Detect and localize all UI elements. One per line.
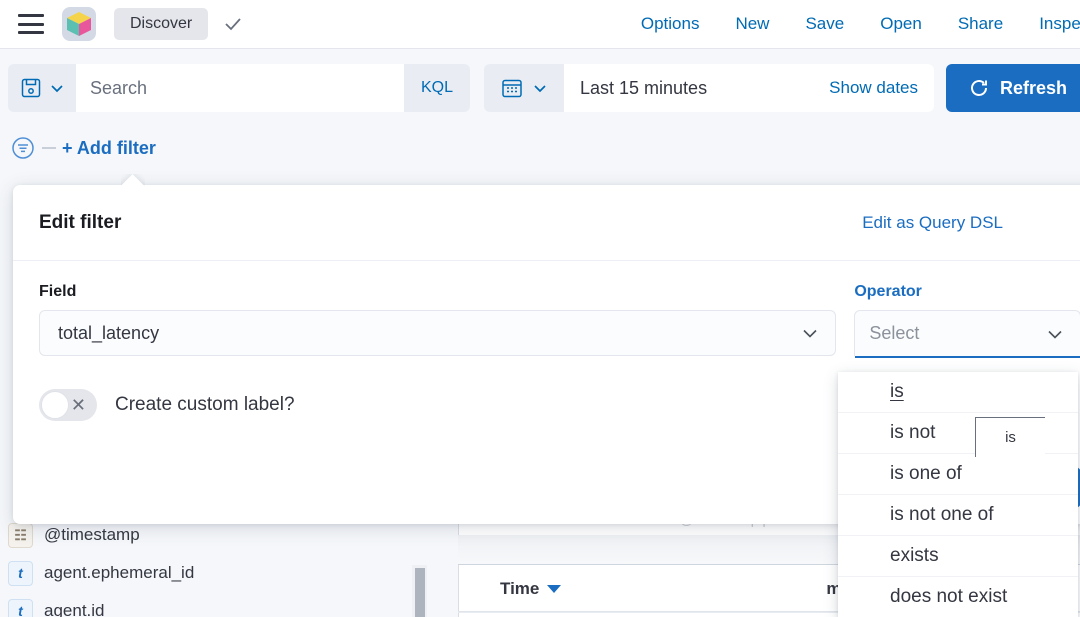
sidebar-field-list: ☷ @timestamp t agent.ephemeral_id t agen… xyxy=(0,516,430,617)
string-field-icon: t xyxy=(8,598,33,617)
field-label: Field xyxy=(39,283,77,300)
nav-link-open[interactable]: Open xyxy=(862,14,940,34)
operator-label: Operator xyxy=(854,283,922,300)
column-header-time-label: Time xyxy=(500,578,540,598)
field-combobox-value: total_latency xyxy=(58,322,160,343)
save-disk-icon xyxy=(21,78,40,98)
checkmark-icon[interactable] xyxy=(222,13,244,35)
nav-link-inspect[interactable]: Inspect xyxy=(1021,14,1080,34)
nav-link-new[interactable]: New xyxy=(717,14,787,34)
list-item[interactable]: t agent.id xyxy=(0,592,430,617)
kibana-discover-page: Discover Options New Save Open Share Ins… xyxy=(0,0,1080,617)
date-field-icon: ☷ xyxy=(8,522,33,548)
filter-separator xyxy=(42,147,56,149)
elastic-cube-logo[interactable] xyxy=(62,7,96,41)
app-name-chip[interactable]: Discover xyxy=(114,8,209,40)
field-name: @timestamp xyxy=(44,525,140,544)
popover-title: Edit filter xyxy=(39,211,122,233)
list-item[interactable]: t agent.ephemeral_id xyxy=(0,554,430,592)
create-custom-label-toggle[interactable]: ✕ xyxy=(39,389,97,421)
calendar-icon xyxy=(502,79,522,98)
nav-link-save[interactable]: Save xyxy=(787,14,862,34)
operator-option-exists[interactable]: exists xyxy=(838,536,1078,577)
create-custom-label-text: Create custom label? xyxy=(115,394,295,415)
hamburger-bar xyxy=(18,22,44,26)
operator-combobox-value: Select xyxy=(869,323,920,343)
refresh-icon xyxy=(971,80,987,96)
show-dates-button[interactable]: Show dates xyxy=(829,78,918,98)
toggle-knob xyxy=(41,391,69,419)
operator-option-is[interactable]: is xyxy=(838,372,1078,413)
chevron-down-icon xyxy=(1044,323,1066,345)
filter-form-row: Field total_latency Operator Select xyxy=(39,283,1080,356)
operator-combobox[interactable]: Select xyxy=(854,310,1080,356)
top-navigation-bar: Discover Options New Save Open Share Ins… xyxy=(0,0,1080,49)
string-field-icon: t xyxy=(8,560,33,586)
add-filter-button[interactable]: + Add filter xyxy=(62,138,156,159)
popover-arrow xyxy=(121,174,145,186)
operator-option-label: is not xyxy=(890,422,936,443)
hamburger-bar xyxy=(18,14,44,17)
operator-form-group: Operator Select xyxy=(854,283,1080,356)
nav-link-options[interactable]: Options xyxy=(623,14,718,34)
field-name: agent.ephemeral_id xyxy=(44,563,195,582)
hamburger-bar xyxy=(18,31,44,34)
field-form-group: Field total_latency xyxy=(39,283,837,356)
operator-options-list: is is not is one of is not one of exists… xyxy=(838,372,1078,617)
popover-header: Edit filter Edit as Query DSL xyxy=(13,185,1080,261)
field-name: agent.id xyxy=(44,601,105,617)
query-bar: Search KQL Last 15 minutes Show dates Re… xyxy=(0,60,1080,116)
operator-option-is-one-of[interactable]: is one of xyxy=(838,454,1078,495)
scrollbar-thumb[interactable] xyxy=(415,568,425,617)
nav-link-share[interactable]: Share xyxy=(940,14,1021,34)
saved-query-button[interactable] xyxy=(8,64,76,112)
search-bar-group: Search KQL xyxy=(8,64,470,112)
refresh-label: Refresh xyxy=(1000,77,1068,98)
date-quick-select-button[interactable] xyxy=(484,64,564,112)
cube-icon xyxy=(67,12,91,36)
date-picker-group: Last 15 minutes Show dates xyxy=(484,64,934,112)
query-language-button[interactable]: KQL xyxy=(404,64,470,112)
operator-option-label: is xyxy=(890,381,904,402)
filter-funnel-icon[interactable] xyxy=(10,135,36,161)
operator-option-tooltip: is xyxy=(975,417,1045,457)
date-range-value: Last 15 minutes xyxy=(580,77,708,98)
column-header-time[interactable]: Time xyxy=(500,578,562,599)
operator-option-does-not-exist[interactable]: does not exist xyxy=(838,577,1078,617)
edit-as-query-dsl-link[interactable]: Edit as Query DSL xyxy=(862,213,1003,233)
operator-option-label: does not exist xyxy=(890,586,1008,607)
operator-option-label: is one of xyxy=(890,463,962,484)
refresh-button[interactable]: Refresh xyxy=(946,64,1080,112)
operator-option-label: is not one of xyxy=(890,504,994,525)
search-input[interactable]: Search xyxy=(76,64,404,112)
date-range-display[interactable]: Last 15 minutes Show dates xyxy=(564,64,934,112)
top-nav-links: Options New Save Open Share Inspect xyxy=(623,14,1080,34)
chevron-down-icon xyxy=(50,85,63,93)
sort-descending-icon[interactable] xyxy=(547,584,562,593)
operator-option-label: exists xyxy=(890,545,939,566)
operator-option-is-not-one-of[interactable]: is not one of xyxy=(838,495,1078,536)
chevron-down-icon xyxy=(534,85,546,93)
chevron-down-icon xyxy=(799,322,821,344)
hamburger-menu-icon[interactable] xyxy=(18,14,44,34)
close-icon: ✕ xyxy=(70,395,86,415)
filter-bar: + Add filter xyxy=(0,132,1080,164)
sidebar-scrollbar[interactable] xyxy=(412,565,427,617)
field-combobox[interactable]: total_latency xyxy=(39,310,837,356)
